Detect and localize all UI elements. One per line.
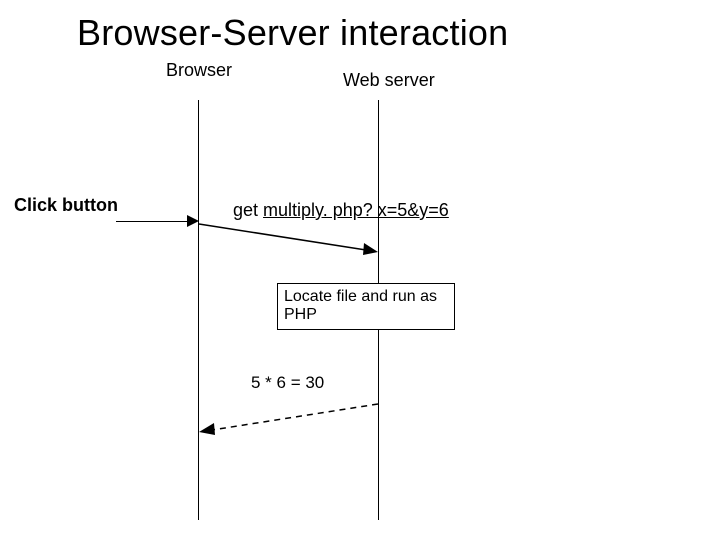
- process-box: Locate file and run as PHP: [277, 283, 455, 330]
- actor-browser-label: Browser: [166, 60, 232, 81]
- page-title: Browser-Server interaction: [77, 12, 508, 54]
- request-prefix: get: [233, 200, 263, 220]
- request-link[interactable]: multiply. php? x=5&y=6: [263, 200, 449, 220]
- diagram-stage: Browser-Server interaction Browser Web s…: [0, 0, 720, 540]
- lifeline-browser: [198, 100, 199, 520]
- response-arrow-icon: [198, 398, 379, 438]
- actor-server-label: Web server: [343, 70, 435, 91]
- result-label: 5 * 6 = 30: [251, 373, 324, 393]
- click-arrow-line: [116, 221, 188, 222]
- request-arrow-icon: [198, 218, 379, 258]
- event-click-label: Click button: [14, 195, 118, 216]
